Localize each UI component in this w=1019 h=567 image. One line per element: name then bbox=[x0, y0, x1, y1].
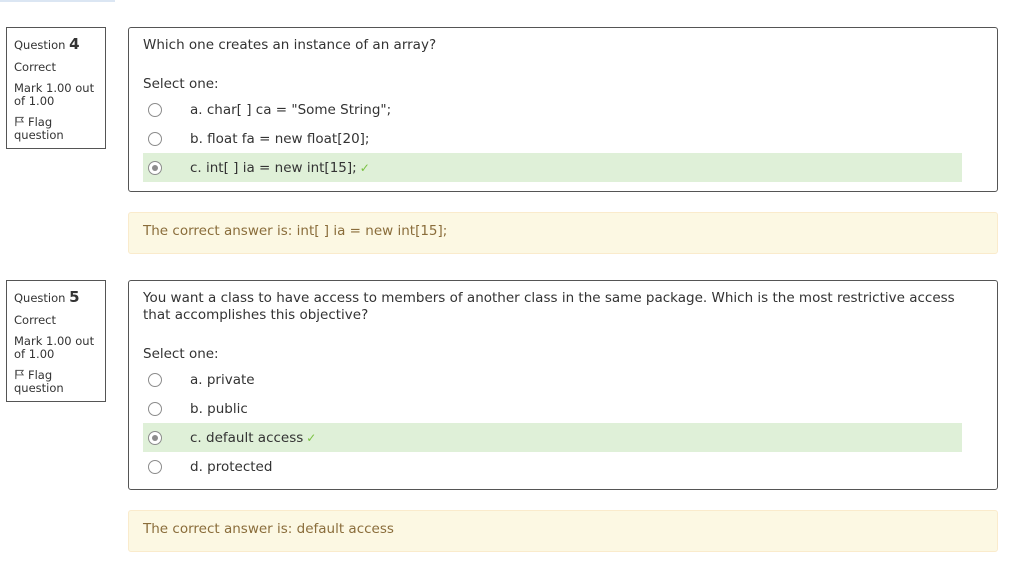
question-grade: Mark 1.00 out of 1.00 bbox=[14, 81, 95, 108]
select-one-prompt: Select one: bbox=[143, 346, 219, 362]
question-label: Question bbox=[14, 38, 66, 52]
answer-option-a[interactable]: a. private bbox=[143, 365, 962, 394]
flag-icon bbox=[15, 369, 25, 380]
answer-text: c. int[ ] ia = new int[15]; bbox=[190, 159, 357, 176]
radio-button-checked[interactable] bbox=[148, 160, 162, 175]
question-state: Correct bbox=[14, 60, 56, 74]
question-text: Which one creates an instance of an arra… bbox=[143, 37, 437, 53]
question-state: Correct bbox=[14, 313, 56, 327]
answer-text: b. float fa = new float[20]; bbox=[190, 130, 370, 147]
answer-text: c. default access bbox=[190, 429, 304, 446]
radio-button-checked[interactable] bbox=[148, 430, 162, 445]
answer-option-b[interactable]: b. public bbox=[143, 394, 962, 423]
question-number: Question 5 bbox=[14, 288, 99, 306]
radio-button[interactable] bbox=[148, 459, 162, 474]
answer-text: a. private bbox=[190, 371, 255, 388]
answer-option-a[interactable]: a. char[ ] ca = "Some String"; bbox=[143, 95, 962, 124]
radio-button[interactable] bbox=[148, 401, 162, 416]
flag-question-link[interactable]: Flag question bbox=[14, 369, 99, 395]
flag-icon bbox=[15, 116, 25, 127]
answer-option-c[interactable]: c. default access ✓ bbox=[143, 423, 962, 452]
correct-check-icon: ✓ bbox=[306, 430, 317, 445]
question-number-value: 5 bbox=[69, 288, 80, 306]
correct-answer-feedback: The correct answer is: default access bbox=[128, 510, 998, 552]
answer-text: b. public bbox=[190, 400, 248, 417]
answer-option-d[interactable]: d. protected bbox=[143, 452, 962, 481]
select-one-prompt: Select one: bbox=[143, 76, 219, 92]
correct-answer-feedback: The correct answer is: int[ ] ia = new i… bbox=[128, 212, 998, 254]
radio-button[interactable] bbox=[148, 131, 162, 146]
question-label: Question bbox=[14, 291, 66, 305]
answer-option-c[interactable]: c. int[ ] ia = new int[15]; ✓ bbox=[143, 153, 962, 182]
correct-check-icon: ✓ bbox=[359, 160, 370, 175]
radio-button[interactable] bbox=[148, 372, 162, 387]
question-info-5: Question 5 Correct Mark 1.00 out of 1.00… bbox=[6, 280, 106, 402]
question-content-5: You want a class to have access to membe… bbox=[128, 280, 998, 490]
answer-text: d. protected bbox=[190, 458, 273, 475]
flag-question-link[interactable]: Flag question bbox=[14, 116, 99, 142]
top-strip bbox=[0, 0, 115, 2]
radio-button[interactable] bbox=[148, 102, 162, 117]
answer-option-b[interactable]: b. float fa = new float[20]; bbox=[143, 124, 962, 153]
answer-text: a. char[ ] ca = "Some String"; bbox=[190, 101, 392, 118]
question-number: Question 4 bbox=[14, 35, 99, 53]
question-text: You want a class to have access to membe… bbox=[143, 290, 955, 323]
question-number-value: 4 bbox=[69, 35, 80, 53]
question-content-4: Which one creates an instance of an arra… bbox=[128, 27, 998, 192]
question-grade: Mark 1.00 out of 1.00 bbox=[14, 334, 95, 361]
question-info-4: Question 4 Correct Mark 1.00 out of 1.00… bbox=[6, 27, 106, 149]
